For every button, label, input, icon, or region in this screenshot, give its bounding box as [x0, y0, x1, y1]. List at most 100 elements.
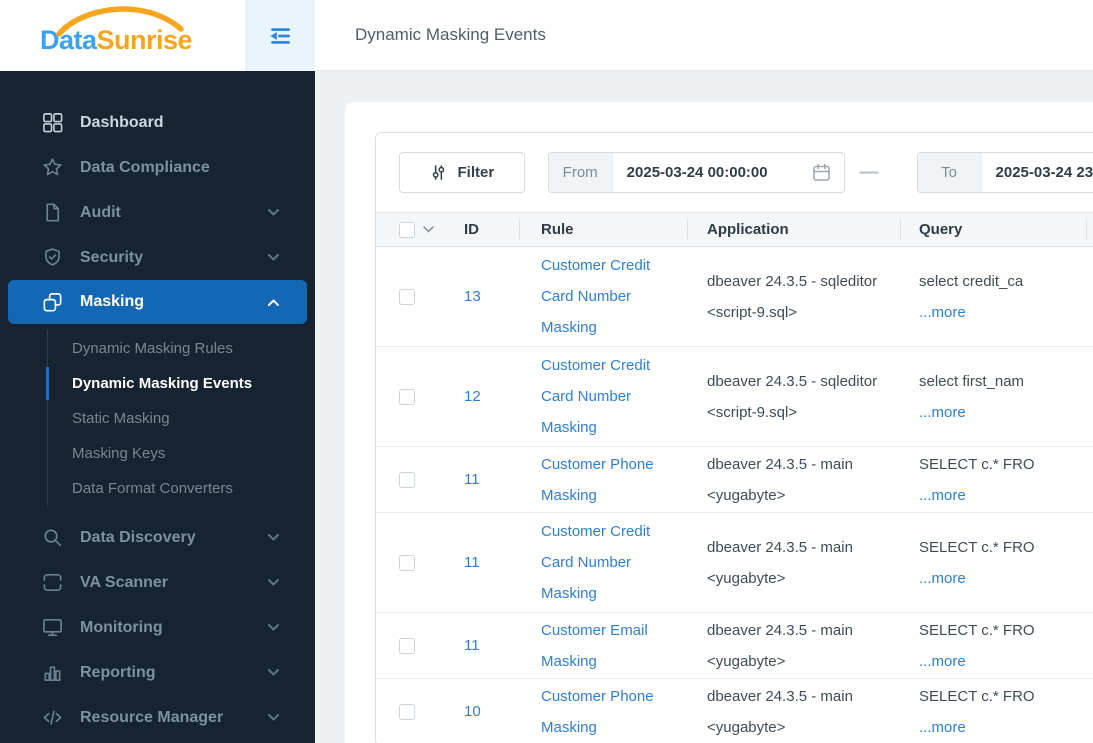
row-checkbox[interactable] — [399, 388, 415, 405]
select-options-chevron-icon[interactable] — [423, 226, 434, 233]
rule-link[interactable]: Customer Phone Masking — [541, 681, 654, 743]
query-cell: select first_nam ...more — [900, 347, 1086, 446]
filter-toolbar: Filter From — To — [376, 133, 1093, 213]
application-text: dbeaver 24.3.5 - main <yugabyte> — [707, 687, 853, 736]
extra-cell — [1086, 247, 1093, 346]
sidebar-item-resource-manager[interactable]: Resource Manager — [0, 695, 315, 740]
row-checkbox[interactable] — [399, 637, 415, 654]
sidebar-subitem-masking-keys[interactable]: Masking Keys — [48, 436, 315, 471]
event-id-link[interactable]: 11 — [464, 471, 480, 488]
rule-link[interactable]: Customer Credit Card Number Masking — [541, 250, 650, 343]
query-more-link[interactable]: ...more — [919, 563, 1035, 594]
column-header-id[interactable]: ID — [456, 213, 519, 246]
date-to-input[interactable] — [981, 164, 1093, 181]
sidebar-subitem-label: Masking Keys — [72, 445, 166, 462]
rule-link[interactable]: Customer Phone Masking — [541, 449, 654, 511]
row-checkbox[interactable] — [399, 471, 415, 488]
scan-frame-icon — [40, 571, 64, 595]
query-text: SELECT c.* FRO — [919, 538, 1035, 556]
calendar-icon[interactable] — [811, 162, 832, 183]
query-text: SELECT c.* FRO — [919, 687, 1035, 705]
page-title: Dynamic Masking Events — [355, 25, 546, 44]
sidebar-subitem-label: Static Masking — [72, 410, 170, 427]
rule-link[interactable]: Customer Email Masking — [541, 615, 648, 677]
query-more-link[interactable]: ...more — [919, 646, 1035, 677]
sidebar-item-label: Masking — [80, 293, 145, 310]
chevron-down-icon — [268, 624, 279, 631]
rule-cell: Customer Credit Card Number Masking — [519, 347, 687, 446]
sidebar-item-va-scanner[interactable]: VA Scanner — [0, 560, 315, 605]
column-header-rule[interactable]: Rule — [519, 213, 687, 246]
sidebar-subitem-dynamic-masking-rules[interactable]: Dynamic Masking Rules — [48, 331, 315, 366]
query-cell: SELECT c.* FRO ...more — [900, 513, 1086, 612]
content-card: Filter From — To — [345, 102, 1093, 743]
logo-bar: DataSunrise — [0, 0, 315, 71]
row-select-cell — [376, 347, 456, 446]
application-cell: dbeaver 24.3.5 - main <yugabyte> — [687, 613, 900, 678]
sidebar-subitem-dynamic-masking-events[interactable]: Dynamic Masking Events — [46, 366, 315, 401]
shield-check-icon — [40, 246, 64, 270]
rule-cell: Customer Phone Masking — [519, 679, 687, 743]
event-id-link[interactable]: 12 — [464, 388, 481, 405]
brand-logo[interactable]: DataSunrise — [0, 0, 245, 71]
date-from-input[interactable] — [612, 164, 811, 181]
sunrise-arc-icon — [56, 6, 184, 37]
sidebar-collapse-button[interactable] — [245, 0, 315, 71]
row-select-cell — [376, 679, 456, 743]
chevron-up-icon — [268, 299, 279, 306]
event-id-link[interactable]: 13 — [464, 288, 481, 305]
sidebar-item-dashboard[interactable]: Dashboard — [0, 100, 315, 145]
sidebar-subitem-static-masking[interactable]: Static Masking — [48, 401, 315, 436]
star-icon — [40, 156, 64, 180]
extra-cell — [1086, 513, 1093, 612]
event-id-link[interactable]: 11 — [464, 637, 480, 654]
event-id-link[interactable]: 10 — [464, 703, 481, 720]
event-id-cell: 11 — [456, 513, 519, 612]
sidebar-item-masking[interactable]: Masking — [8, 280, 307, 324]
table-row: 10 Customer Phone Masking dbeaver 24.3.5 -… — [376, 679, 1093, 743]
row-checkbox[interactable] — [399, 703, 415, 720]
event-id-link[interactable]: 11 — [464, 554, 480, 571]
query-more-link[interactable]: ...more — [919, 297, 1023, 328]
sidebar-item-label: Resource Manager — [80, 708, 224, 726]
query-inner: SELECT c.* FRO ...more — [919, 681, 1035, 743]
chevron-down-icon — [268, 669, 279, 676]
table-row: 11 Customer Email Masking dbeaver 24.3.5 -… — [376, 613, 1093, 679]
application-cell: dbeaver 24.3.5 - main <yugabyte> — [687, 447, 900, 512]
column-header-application[interactable]: Application — [687, 213, 900, 246]
sidebar-item-data-discovery[interactable]: Data Discovery — [0, 515, 315, 560]
sidebar-item-security[interactable]: Security — [0, 235, 315, 280]
query-inner: SELECT c.* FRO ...more — [919, 615, 1035, 677]
header-select-cell — [376, 213, 456, 246]
sidebar-item-data-compliance[interactable]: Data Compliance — [0, 145, 315, 190]
rule-cell: Customer Credit Card Number Masking — [519, 247, 687, 346]
query-more-link[interactable]: ...more — [919, 397, 1024, 428]
row-select-cell — [376, 447, 456, 512]
application-cell: dbeaver 24.3.5 - main <yugabyte> — [687, 679, 900, 743]
rule-cell: Customer Credit Card Number Masking — [519, 513, 687, 612]
select-all-checkbox[interactable] — [399, 221, 415, 238]
event-id-cell: 12 — [456, 347, 519, 446]
chevron-down-icon — [268, 209, 279, 216]
sidebar-subitem-data-format-converters[interactable]: Data Format Converters — [48, 471, 315, 506]
table-row: 12 Customer Credit Card Number Masking dbe… — [376, 347, 1093, 447]
query-text: SELECT c.* FRO — [919, 621, 1035, 639]
date-to-group: To — [916, 152, 1093, 193]
row-checkbox[interactable] — [399, 554, 415, 571]
rule-link[interactable]: Customer Credit Card Number Masking — [541, 516, 650, 609]
collapse-menu-icon — [264, 20, 296, 52]
row-checkbox[interactable] — [399, 288, 415, 305]
sidebar-item-monitoring[interactable]: Monitoring — [0, 605, 315, 650]
application-text: dbeaver 24.3.5 - main <yugabyte> — [707, 621, 853, 670]
query-more-link[interactable]: ...more — [919, 480, 1035, 511]
sidebar-subitem-label: Data Format Converters — [72, 480, 233, 497]
column-header-query[interactable]: Query — [900, 213, 1086, 246]
rule-link[interactable]: Customer Credit Card Number Masking — [541, 350, 650, 443]
filter-button[interactable]: Filter — [399, 152, 525, 193]
application-cell: dbeaver 24.3.5 - sqleditor <script-9.sql… — [687, 247, 900, 346]
query-more-link[interactable]: ...more — [919, 712, 1035, 743]
sidebar-item-label: VA Scanner — [80, 573, 169, 591]
sidebar-item-reporting[interactable]: Reporting — [0, 650, 315, 695]
sidebar-item-audit[interactable]: Audit — [0, 190, 315, 235]
query-inner: SELECT c.* FRO ...more — [919, 532, 1035, 594]
